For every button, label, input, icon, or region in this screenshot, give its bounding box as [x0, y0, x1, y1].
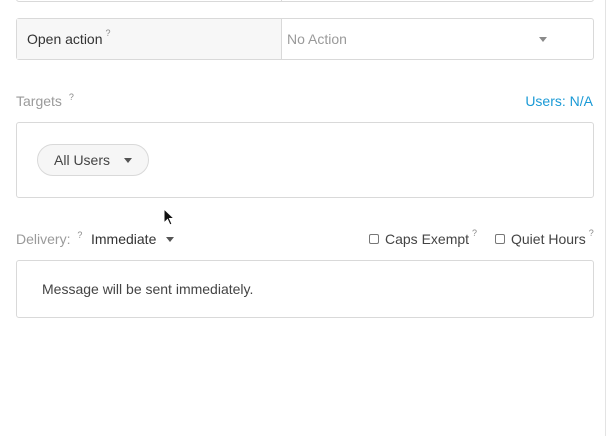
quiet-hours-label: Quiet Hours: [511, 231, 586, 247]
open-action-label-cell: Open action ?: [17, 19, 282, 59]
targets-heading: Targets ?: [16, 92, 74, 109]
caps-exempt-label: Caps Exempt: [385, 231, 470, 247]
caps-exempt-toggle[interactable]: Caps Exempt ?: [369, 228, 477, 247]
delivery-label: Delivery:: [16, 231, 71, 247]
audience-label: All Users: [54, 152, 111, 168]
push-settings-panel: Open action ? No Action Targets ? Users:…: [0, 0, 606, 436]
caret-down-icon: [124, 157, 133, 163]
delivery-help-icon[interactable]: ?: [77, 230, 82, 240]
delivery-message: Message will be sent immediately.: [42, 281, 254, 297]
targets-box: All Users: [16, 122, 594, 198]
open-action-value: No Action: [287, 31, 347, 47]
quiet-hours-help-icon[interactable]: ?: [589, 228, 594, 238]
row-divider: [281, 0, 282, 1]
open-action-help-icon[interactable]: ?: [106, 28, 111, 38]
targets-label: Targets: [16, 93, 62, 109]
open-action-select[interactable]: No Action: [282, 19, 593, 59]
caret-down-icon: [166, 236, 175, 242]
mouse-pointer-icon: [163, 208, 175, 226]
caret-down-icon: [539, 36, 547, 42]
targets-help-icon[interactable]: ?: [69, 92, 74, 102]
delivery-message-box: Message will be sent immediately.: [16, 260, 594, 318]
caps-exempt-help-icon[interactable]: ?: [472, 228, 477, 238]
quiet-hours-toggle[interactable]: Quiet Hours ?: [495, 228, 594, 247]
delivery-value: Immediate: [91, 231, 157, 247]
open-action-row: Open action ? No Action: [16, 18, 594, 60]
quiet-hours-checkbox[interactable]: [495, 234, 505, 244]
open-action-label: Open action: [27, 31, 103, 47]
delivery-dropdown[interactable]: Immediate: [91, 231, 175, 247]
users-count-link[interactable]: Users: N/A: [525, 93, 593, 109]
previous-field-row: [16, 0, 594, 2]
caps-exempt-checkbox[interactable]: [369, 234, 379, 244]
delivery-heading: Delivery: ?: [16, 230, 82, 247]
audience-dropdown-button[interactable]: All Users: [37, 144, 150, 176]
